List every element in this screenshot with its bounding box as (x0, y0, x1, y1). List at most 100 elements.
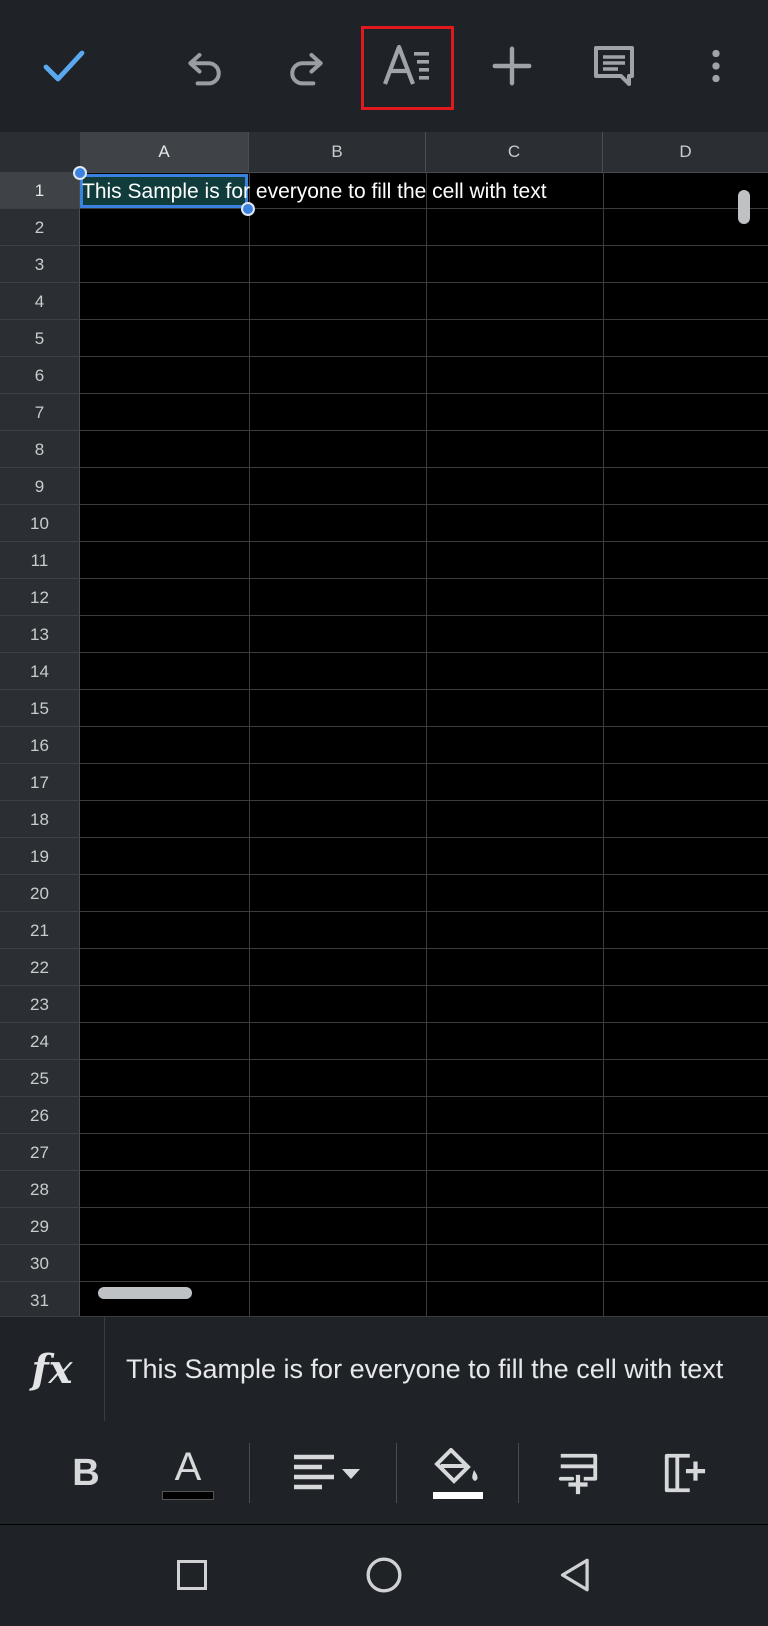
grid-row-line (80, 615, 768, 616)
selection-handle-bottom-right[interactable] (241, 202, 255, 216)
grid-row-line (80, 689, 768, 690)
square-icon (177, 1560, 207, 1590)
grid-row-line (80, 763, 768, 764)
spreadsheet-grid[interactable]: A B C D 1 2 3 4 5 6 7 8 9 10 11 12 13 14 15 16 17 18 19 20 2… (0, 132, 768, 1316)
grid-row-line (80, 578, 768, 579)
row-header-22[interactable]: 22 (0, 949, 80, 986)
grid-row-line (80, 541, 768, 542)
undo-button[interactable] (161, 22, 249, 110)
grid-row-line (80, 1244, 768, 1245)
comment-icon (594, 46, 634, 86)
more-vert-icon (712, 49, 720, 83)
grid-column-line (603, 172, 604, 1316)
back-button[interactable] (542, 1543, 606, 1607)
more-options-button[interactable] (672, 22, 760, 110)
row-header-26[interactable]: 26 (0, 1097, 80, 1134)
grid-row-line (80, 356, 768, 357)
fill-color-swatch (433, 1491, 483, 1499)
row-header-1[interactable]: 1 (0, 172, 80, 209)
bold-button[interactable]: B (50, 1437, 122, 1509)
insert-row-button[interactable] (542, 1437, 614, 1509)
insert-column-button[interactable] (648, 1437, 720, 1509)
grid-row-line (80, 1133, 768, 1134)
align-left-icon (294, 1454, 360, 1490)
column-header-row: A B C D (0, 132, 768, 173)
grid-row-line (80, 726, 768, 727)
grid-row-line (80, 874, 768, 875)
align-button[interactable] (287, 1437, 367, 1509)
grid-row-line (80, 1059, 768, 1060)
row-header-6[interactable]: 6 (0, 357, 80, 394)
fx-label: fx (31, 1345, 73, 1393)
vertical-scrollbar[interactable] (738, 190, 750, 224)
highlight-annotation-box (361, 26, 454, 110)
check-icon (43, 50, 85, 82)
row-header-10[interactable]: 10 (0, 505, 80, 542)
row-header-15[interactable]: 15 (0, 690, 80, 727)
grid-row-line (80, 837, 768, 838)
redo-button[interactable] (262, 22, 350, 110)
undo-icon (188, 52, 221, 86)
separator (396, 1443, 397, 1503)
row-header-31[interactable]: 31 (0, 1282, 80, 1316)
cell-a1-text[interactable]: This Sample is for everyone to fill the … (82, 176, 547, 208)
grid-row-line (80, 245, 768, 246)
grid-row-line (80, 1170, 768, 1171)
grid-row-line (80, 208, 768, 209)
paint-bucket-icon (434, 1447, 478, 1484)
bold-icon: B (72, 1451, 100, 1494)
insert-button[interactable] (468, 22, 556, 110)
row-header-20[interactable]: 20 (0, 875, 80, 912)
formula-input[interactable]: This Sample is for everyone to fill the … (126, 1317, 746, 1421)
grid-row-line (80, 393, 768, 394)
redo-icon (290, 52, 323, 86)
text-color-swatch (162, 1490, 214, 1500)
comment-button[interactable] (570, 22, 658, 110)
text-color-icon: A (174, 1444, 202, 1489)
column-header-c[interactable]: C (426, 132, 603, 172)
grid-row-line (80, 911, 768, 912)
row-header-17[interactable]: 17 (0, 764, 80, 801)
row-header-28[interactable]: 28 (0, 1171, 80, 1208)
row-header-21[interactable]: 21 (0, 912, 80, 949)
row-header-23[interactable]: 23 (0, 986, 80, 1023)
column-header-d[interactable]: D (603, 132, 768, 172)
selection-handle-top-left[interactable] (73, 166, 87, 180)
row-header-19[interactable]: 19 (0, 838, 80, 875)
home-button[interactable] (352, 1543, 416, 1607)
row-header-27[interactable]: 27 (0, 1134, 80, 1171)
formula-bar: fx This Sample is for everyone to fill t… (0, 1316, 768, 1422)
column-header-a[interactable]: A (80, 132, 249, 172)
row-header-2[interactable]: 2 (0, 209, 80, 246)
row-header-5[interactable]: 5 (0, 320, 80, 357)
row-header-8[interactable]: 8 (0, 431, 80, 468)
row-header-18[interactable]: 18 (0, 801, 80, 838)
format-bar: B A (0, 1421, 768, 1524)
row-header-14[interactable]: 14 (0, 653, 80, 690)
text-color-button[interactable]: A (152, 1437, 224, 1509)
row-header-7[interactable]: 7 (0, 394, 80, 431)
done-button[interactable] (20, 22, 108, 110)
recents-button[interactable] (160, 1543, 224, 1607)
row-header-30[interactable]: 30 (0, 1245, 80, 1282)
row-header-3[interactable]: 3 (0, 246, 80, 283)
row-header-25[interactable]: 25 (0, 1060, 80, 1097)
row-header-4[interactable]: 4 (0, 283, 80, 320)
row-header-9[interactable]: 9 (0, 468, 80, 505)
row-header-12[interactable]: 12 (0, 579, 80, 616)
row-header-29[interactable]: 29 (0, 1208, 80, 1245)
grid-row-line (80, 1096, 768, 1097)
grid-row-line (80, 948, 768, 949)
horizontal-scrollbar[interactable] (98, 1287, 192, 1299)
row-header-11[interactable]: 11 (0, 542, 80, 579)
grid-row-line (80, 800, 768, 801)
row-header-24[interactable]: 24 (0, 1023, 80, 1060)
row-header-16[interactable]: 16 (0, 727, 80, 764)
select-all-corner[interactable] (0, 132, 81, 172)
grid-row-line (80, 282, 768, 283)
grid-row-line (80, 985, 768, 986)
row-header-13[interactable]: 13 (0, 616, 80, 653)
grid-row-line (80, 430, 768, 431)
column-header-b[interactable]: B (249, 132, 426, 172)
fill-color-button[interactable] (420, 1437, 496, 1509)
